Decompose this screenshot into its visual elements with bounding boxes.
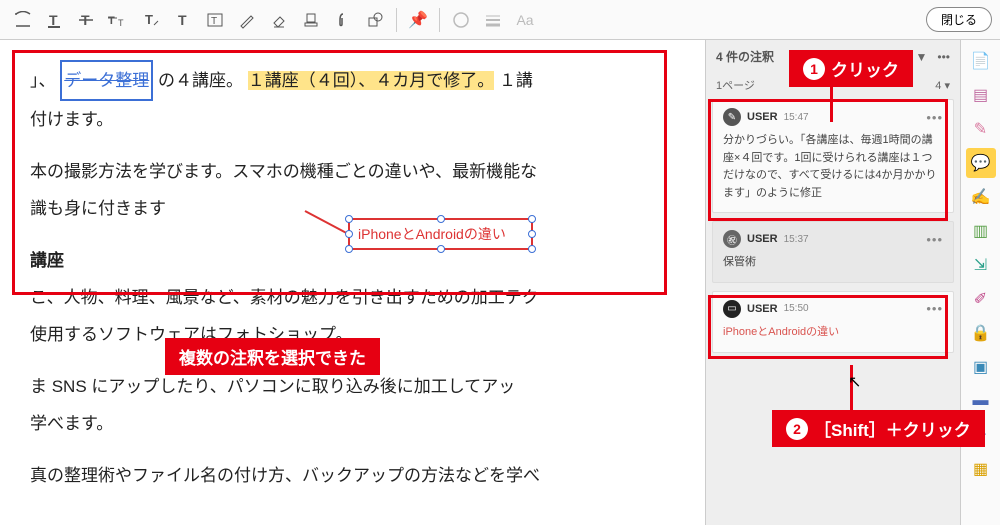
comment-user: USER (747, 233, 778, 245)
right-tool-rail: 📄 ▤ ✎ 💬 ✍ ▥ ⇲ ✐ 🔒 ▣ ▬ ✒ ▦ (960, 40, 1000, 525)
text-box-icon[interactable]: T (200, 5, 230, 35)
step-number-1: 1 (803, 58, 825, 80)
pencil-icon[interactable] (232, 5, 262, 35)
comment-body: 分かりづらい。「各講座は、毎週1時間の講座×４回です。1回に受けられる講座は１つ… (723, 132, 943, 202)
more-tools-icon[interactable]: ▦ (966, 454, 996, 484)
fill-sign-icon[interactable]: ✍ (966, 182, 996, 212)
tutorial-label-multiselect: 複数の注釈を選択できた (165, 338, 380, 375)
attach-icon[interactable] (328, 5, 358, 35)
document-viewport[interactable]: 」、 データ整理 の４講座。 １講座（４回）、４カ月で修了。 １講 付けます。 … (0, 40, 705, 525)
comment-count: 4 件の注釈 (716, 48, 774, 65)
svg-text:T: T (211, 16, 217, 27)
comments-list[interactable]: ✎ USER 15:47 ••• 分かりづらい。「各講座は、毎週1時間の講座×４… (706, 99, 960, 525)
doc-text: ま SNS にアップしたり、パソコンに取り込み後に加工してアッ (30, 377, 515, 396)
comment-time: 15:47 (784, 112, 809, 123)
comment-body: iPhoneとAndroidの違い (723, 324, 943, 342)
replace-text-icon[interactable]: TT (104, 5, 134, 35)
add-text-icon[interactable]: T (168, 5, 198, 35)
doc-text: 学べます。 (30, 414, 113, 433)
tutorial-connector-1 (830, 82, 833, 122)
comment-time: 15:50 (784, 303, 809, 314)
stamp-icon[interactable] (296, 5, 326, 35)
comment-tool-icon[interactable]: 💬 (966, 148, 996, 178)
highlight-annotation[interactable]: １講座（４回）、４カ月で修了。 (248, 71, 495, 90)
doc-text: 付けます。 (30, 110, 113, 129)
step-number-2: 2 (786, 418, 808, 440)
close-button[interactable]: 閉じる (926, 7, 992, 32)
comment-user: USER (747, 303, 778, 315)
svg-text:T: T (118, 18, 124, 28)
doc-text: の４講座。 (158, 71, 243, 90)
send-icon[interactable]: ✐ (966, 284, 996, 314)
callout-annotation[interactable]: iPhoneとAndroidの違い (348, 218, 533, 250)
doc-text: 真の整理術やファイル名の付け方、バックアップの方法などを学べ (30, 466, 540, 485)
more-icon[interactable]: ••• (937, 50, 950, 64)
cursor-icon: ↖ (848, 372, 861, 392)
filter-icon[interactable]: ▼ (916, 50, 928, 64)
avatar-icon: ㊗ (723, 230, 741, 248)
comment-time: 15:37 (784, 234, 809, 245)
comment-body: 保管術 (723, 254, 943, 272)
color-swatch-icon[interactable] (446, 5, 476, 35)
svg-text:T: T (145, 12, 153, 27)
create-pdf-icon[interactable]: 📄 (966, 46, 996, 76)
svg-text:T: T (108, 15, 115, 27)
comment-item[interactable]: ✎ USER 15:47 ••• 分かりづらい。「各講座は、毎週1時間の講座×４… (712, 99, 954, 213)
doc-text: 識も身に付きます (30, 199, 166, 218)
comment-item[interactable]: ▭ USER 15:50 ••• iPhoneとAndroidの違い (712, 291, 954, 353)
shapes-icon[interactable] (360, 5, 390, 35)
tutorial-label-click: 1 クリック (789, 50, 913, 87)
comment-menu-icon[interactable]: ••• (926, 232, 943, 247)
eraser-icon[interactable] (264, 5, 294, 35)
comment-menu-icon[interactable]: ••• (926, 110, 943, 125)
annotation-toolbar: T T TT T T T 📌 Aa 閉じる (0, 0, 1000, 40)
line-weight-icon[interactable] (478, 5, 508, 35)
underline-tool-icon[interactable] (8, 5, 38, 35)
callout-text: iPhoneとAndroidの違い (358, 226, 506, 242)
svg-text:T: T (49, 12, 58, 28)
doc-text: 本の撮影方法を学びます。スマホの機種ごとの違いや、最新機能な (30, 162, 537, 181)
svg-text:T: T (178, 12, 187, 28)
doc-text: 」、 (30, 71, 56, 90)
strikethrough-annotation[interactable]: データ整理 (60, 60, 153, 101)
compress-icon[interactable]: ▣ (966, 352, 996, 382)
avatar-icon: ▭ (723, 300, 741, 318)
doc-text: １講 (499, 71, 533, 90)
avatar-icon: ✎ (723, 108, 741, 126)
export-icon[interactable]: ⇲ (966, 250, 996, 280)
font-icon[interactable]: Aa (510, 5, 540, 35)
comment-menu-icon[interactable]: ••• (926, 301, 943, 316)
pin-icon[interactable]: 📌 (403, 5, 433, 35)
tutorial-label-shift-click: 2 ［Shift］＋クリック (772, 410, 985, 447)
page-comment-count[interactable]: 4 ▾ (935, 79, 950, 92)
highlight-text-icon[interactable]: T (40, 5, 70, 35)
doc-heading: 講座 (30, 251, 64, 270)
protect-icon[interactable]: 🔒 (966, 318, 996, 348)
insert-text-icon[interactable]: T (136, 5, 166, 35)
combine-icon[interactable]: ▤ (966, 80, 996, 110)
comment-user: USER (747, 111, 778, 123)
strikethrough-icon[interactable]: T (72, 5, 102, 35)
comment-item[interactable]: ㊗ USER 15:37 ••• 保管術 (712, 221, 954, 283)
edit-pdf-icon[interactable]: ✎ (966, 114, 996, 144)
organize-icon[interactable]: ▥ (966, 216, 996, 246)
doc-text: こ、人物、料理、風景など、素材の魅力を引き出すための加工テク (30, 288, 539, 307)
page-label: 1ページ (716, 77, 755, 93)
